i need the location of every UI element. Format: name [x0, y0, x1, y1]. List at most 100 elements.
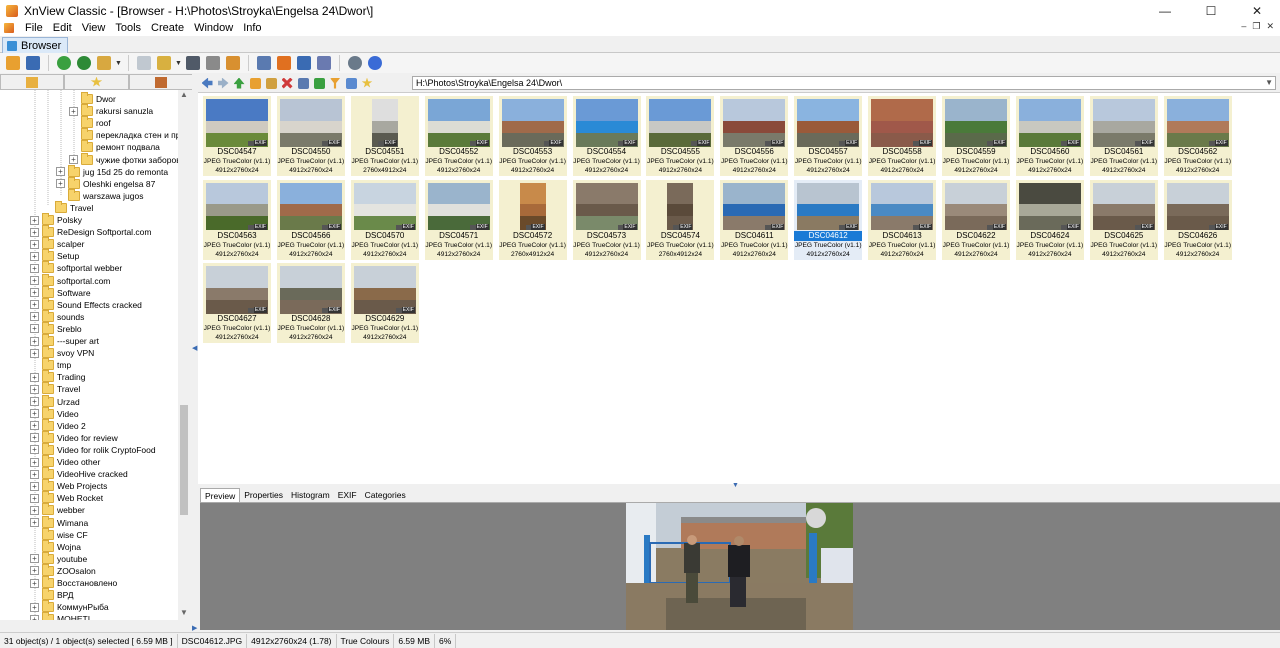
new-folder-icon[interactable] [248, 76, 262, 90]
expand-icon[interactable]: + [30, 409, 39, 419]
filter-icon[interactable] [328, 76, 342, 90]
expand-icon[interactable]: + [30, 227, 39, 237]
expand-icon[interactable]: + [30, 602, 39, 612]
capture-icon[interactable] [295, 54, 313, 72]
thumbnail-item[interactable]: EXIF DSC04562 JPEG TrueColor (v1.1) 4912x27… [1163, 96, 1232, 176]
thumbnail-item[interactable]: EXIF DSC04553 JPEG TrueColor (v1.1) 4912x27… [498, 96, 567, 176]
expand-icon[interactable]: + [30, 578, 39, 588]
tree-folder-item[interactable]: + Sreblo [30, 321, 82, 335]
tab-exif[interactable]: EXIF [334, 488, 361, 502]
tree-folder-item[interactable]: + svoy VPN [30, 346, 94, 359]
expand-icon[interactable]: + [30, 566, 39, 576]
thumbnail-item[interactable]: EXIF DSC04627 JPEG TrueColor (v1.1) 4912x27… [203, 263, 271, 343]
thumbnail-item[interactable]: EXIF DSC04566 JPEG TrueColor (v1.1) 4912x27… [276, 179, 345, 260]
collapse-preview-arrow-icon[interactable]: ▶ [192, 624, 197, 632]
tree-folder-item[interactable]: Dwor [69, 92, 116, 105]
move-dropdown-icon[interactable]: ▼ [175, 60, 182, 67]
tree-folder-item[interactable]: + чужие фотки заборов [69, 152, 181, 166]
fullscreen-icon[interactable] [24, 54, 42, 72]
tree-folder-item[interactable]: + Setup [30, 249, 79, 262]
expand-icon[interactable]: + [30, 336, 39, 346]
tree-folder-item[interactable]: + scalper [30, 237, 84, 250]
tree-folder-item[interactable]: ВРД [30, 588, 74, 601]
expand-icon[interactable]: + [30, 251, 39, 261]
expand-icon[interactable]: + [56, 167, 65, 177]
tree-folder-item[interactable]: + ZOOsalon [30, 563, 96, 577]
mdi-minimize-button[interactable]: – [1241, 21, 1246, 32]
tab-properties[interactable]: Properties [240, 488, 287, 502]
refresh-icon[interactable] [55, 54, 73, 72]
menu-window[interactable]: Window [189, 22, 238, 34]
tree-scroll-thumb[interactable] [180, 405, 188, 515]
expand-icon[interactable]: + [30, 276, 39, 285]
tree-folder-item[interactable]: + Software [30, 285, 91, 299]
sort-icon[interactable] [312, 76, 326, 90]
thumbnail-item[interactable]: EXIF DSC04611 JPEG TrueColor (v1.1) 4912x27… [720, 179, 789, 260]
tree-folder-item[interactable]: Travel [43, 200, 93, 214]
expand-icon[interactable]: + [30, 457, 39, 467]
thumbnail-item[interactable]: EXIF DSC04552 JPEG TrueColor (v1.1) 4912x27… [424, 96, 493, 176]
expand-icon[interactable]: + [30, 324, 39, 334]
copy-to-icon[interactable] [135, 54, 153, 72]
rename-icon[interactable] [264, 76, 278, 90]
address-dropdown-icon[interactable]: ▼ [1265, 77, 1273, 89]
thumbnail-item[interactable]: EXIF DSC04557 JPEG TrueColor (v1.1) 4912x27… [794, 96, 863, 176]
close-button[interactable]: ✕ [1234, 0, 1280, 22]
tree-folder-item[interactable]: + sounds [30, 309, 84, 323]
menu-info[interactable]: Info [238, 22, 266, 34]
thumbnail-item[interactable]: EXIF DSC04554 JPEG TrueColor (v1.1) 4912x27… [572, 96, 641, 176]
forward-arrow-icon[interactable] [216, 76, 230, 90]
expand-icon[interactable]: + [69, 106, 78, 116]
expand-icon[interactable]: + [30, 445, 39, 455]
tree-folder-item[interactable]: + Travel [30, 382, 80, 395]
thumbnail-item[interactable]: EXIF DSC04628 JPEG TrueColor (v1.1) 4912x27… [276, 263, 345, 343]
thumbnail-item[interactable]: EXIF DSC04624 JPEG TrueColor (v1.1) 4912x27… [1015, 179, 1084, 260]
open-browser-icon[interactable] [4, 54, 22, 72]
expand-icon[interactable]: + [30, 421, 39, 431]
convert-icon[interactable] [255, 54, 273, 72]
thumbnail-item[interactable]: EXIF DSC04625 JPEG TrueColor (v1.1) 4912x27… [1089, 179, 1158, 260]
info-icon[interactable] [366, 54, 384, 72]
collapse-left-arrow-icon[interactable]: ◀ [192, 344, 197, 352]
tree-folder-item[interactable]: tmp [30, 358, 71, 371]
thumbnail-item[interactable]: EXIF DSC04612 JPEG TrueColor (v1.1) 4912x27… [794, 179, 863, 260]
tab-folders[interactable] [0, 74, 65, 89]
favorites-star-icon[interactable] [360, 76, 374, 90]
tree-folder-item[interactable]: + Polsky [30, 213, 82, 226]
expand-icon[interactable]: + [30, 348, 39, 358]
tree-folder-item[interactable]: + Video other [30, 455, 100, 468]
tree-folder-item[interactable]: warszawa jugos [56, 188, 143, 202]
expand-icon[interactable]: + [30, 469, 39, 479]
tree-folder-item[interactable]: wise CF [30, 527, 88, 541]
expand-icon[interactable]: + [30, 505, 39, 515]
tree-folder-item[interactable]: + Video 2 [30, 418, 86, 432]
tree-folder-item[interactable]: + МОНЕТІ [30, 612, 90, 620]
expand-icon[interactable]: + [30, 263, 39, 273]
batch-icon[interactable] [275, 54, 293, 72]
address-bar[interactable]: H:\Photos\Stroyka\Engelsa 24\Dwor\ ▼ [412, 76, 1276, 90]
tree-folder-item[interactable]: + ---super art [30, 334, 99, 347]
slideshow-icon[interactable] [224, 54, 242, 72]
thumbnail-item[interactable]: EXIF DSC04613 JPEG TrueColor (v1.1) 4912x27… [868, 179, 937, 260]
mdi-restore-button[interactable]: ❐ [1252, 21, 1260, 32]
expand-icon[interactable]: + [30, 300, 39, 310]
scroll-down-icon[interactable]: ▼ [178, 608, 190, 620]
back-arrow-icon[interactable] [200, 76, 214, 90]
maximize-button[interactable]: ☐ [1188, 0, 1234, 22]
view-mode-icon[interactable] [296, 76, 310, 90]
refresh-alt-icon[interactable] [75, 54, 93, 72]
expand-icon[interactable]: + [30, 372, 39, 382]
mdi-close-button[interactable]: ✕ [1266, 21, 1274, 32]
tab-favorites[interactable] [64, 74, 129, 89]
thumbnail-item[interactable]: EXIF DSC04559 JPEG TrueColor (v1.1) 4912x27… [942, 96, 1010, 176]
document-icon[interactable] [4, 23, 14, 33]
menu-file[interactable]: File [20, 22, 48, 34]
thumbnail-item[interactable]: EXIF DSC04571 JPEG TrueColor (v1.1) 4912x27… [424, 179, 493, 260]
thumbnail-item[interactable]: EXIF DSC04622 JPEG TrueColor (v1.1) 4912x27… [942, 179, 1010, 260]
tree-folder-item[interactable]: + Urzad [30, 394, 80, 408]
menu-view[interactable]: View [77, 22, 111, 34]
tree-scrollbar[interactable]: ▲ ▼ [178, 90, 190, 620]
tree-folder-item[interactable]: roof [69, 116, 111, 129]
menu-create[interactable]: Create [146, 22, 189, 34]
thumbnail-item[interactable]: EXIF DSC04556 JPEG TrueColor (v1.1) 4912x27… [720, 96, 789, 176]
